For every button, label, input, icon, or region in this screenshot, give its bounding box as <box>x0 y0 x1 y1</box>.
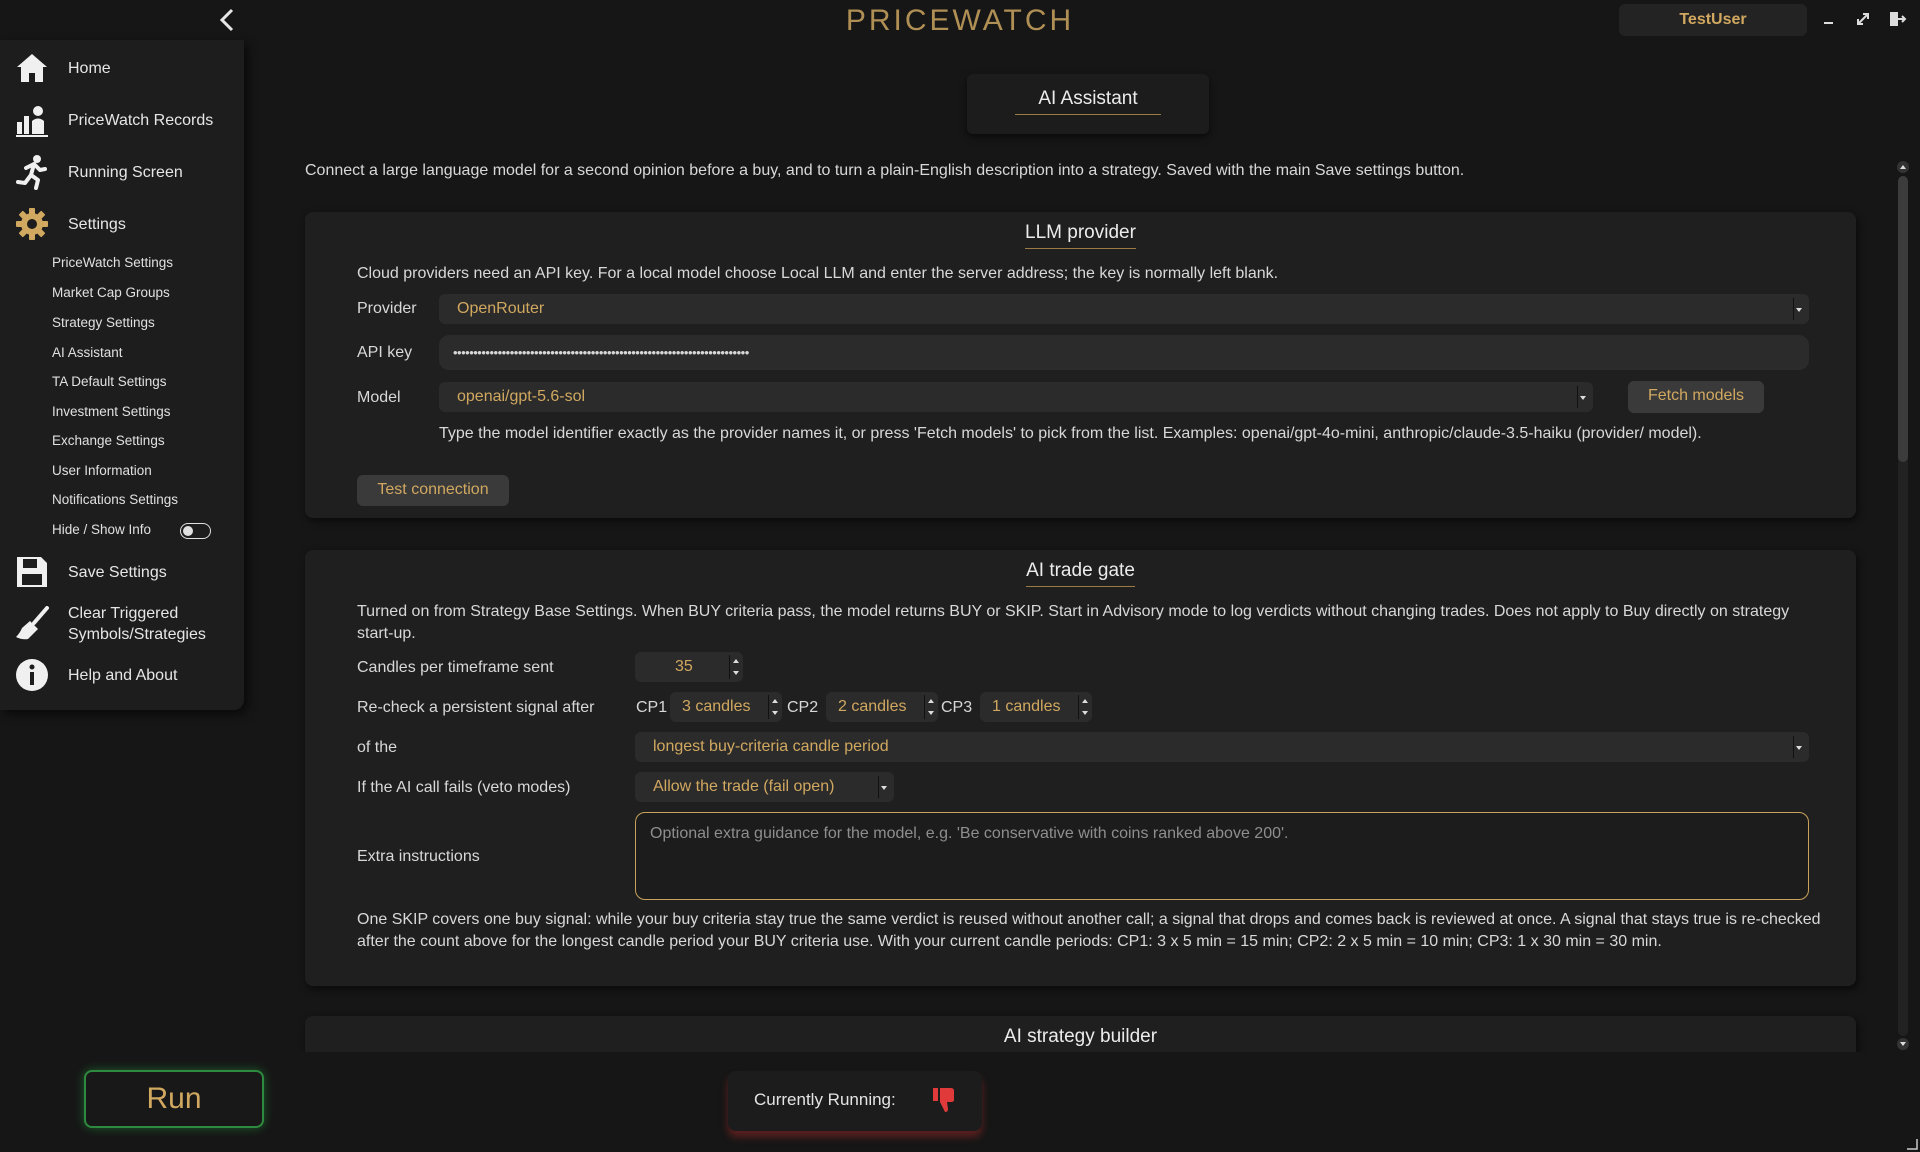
api-key-label: API key <box>357 344 413 361</box>
sidebar-subitem-ta-default-settings[interactable]: TA Default Settings <box>52 374 167 389</box>
sidebar-item-clear-triggered[interactable]: Clear Triggered Symbols/Strategies <box>0 600 244 648</box>
info-icon <box>16 659 48 691</box>
sidebar-item-label: Save Settings <box>68 564 167 581</box>
run-button[interactable]: Run <box>84 1070 264 1128</box>
provider-label: Provider <box>357 300 417 317</box>
sidebar-item-settings[interactable]: Settings <box>0 200 244 248</box>
candles-spinbox[interactable]: 35 <box>635 652 743 682</box>
cp2-label: CP2 <box>787 699 819 716</box>
page-title-text: AI Assistant <box>1015 88 1161 115</box>
chevron-down-icon <box>1793 298 1803 320</box>
sidebar-item-records[interactable]: PriceWatch Records <box>0 96 244 144</box>
save-icon <box>17 557 47 587</box>
fail-mode-select[interactable]: Allow the trade (fail open) <box>635 772 894 802</box>
recheck-label: Re-check a persistent signal after <box>357 699 595 716</box>
sidebar-subitem-ai-assistant[interactable]: AI Assistant <box>52 345 123 360</box>
decrement-icon[interactable] <box>928 711 934 715</box>
sidebar-subitem-market-cap-groups[interactable]: Market Cap Groups <box>52 285 170 300</box>
candle-period-select[interactable]: longest buy-criteria candle period <box>635 732 1809 762</box>
sidebar-item-running-screen[interactable]: Running Screen <box>0 148 244 196</box>
sidebar-item-label: Help and About <box>68 667 178 684</box>
footer-area <box>244 1052 1896 1152</box>
panel-title: AI trade gate <box>305 560 1856 587</box>
extra-instructions-textarea[interactable]: Optional extra guidance for the model, e… <box>635 812 1809 900</box>
model-hint: Type the model identifier exactly as the… <box>439 425 1702 442</box>
home-icon <box>17 54 47 82</box>
minimize-icon[interactable] <box>1818 8 1840 30</box>
sidebar-item-save-settings[interactable]: Save Settings <box>0 550 244 594</box>
increment-icon[interactable] <box>733 659 739 663</box>
user-menu[interactable]: TestUser <box>1619 4 1807 36</box>
hide-show-info-label: Hide / Show Info <box>52 522 152 537</box>
sidebar-subitem-user-information[interactable]: User Information <box>52 463 152 478</box>
broom-icon <box>16 606 49 640</box>
sidebar-subitem-exchange-settings[interactable]: Exchange Settings <box>52 433 165 448</box>
model-label: Model <box>357 389 401 406</box>
gate-footer-note: One SKIP covers one buy signal: while yo… <box>357 911 1821 950</box>
scroll-up-icon[interactable] <box>1896 160 1910 174</box>
gate-description: Turned on from Strategy Base Settings. W… <box>357 603 1790 642</box>
currently-running-indicator: Currently Running: <box>728 1071 982 1131</box>
chevron-down-icon <box>878 776 888 798</box>
candles-label: Candles per timeframe sent <box>357 659 554 676</box>
increment-icon[interactable] <box>928 699 934 703</box>
page-intro: Connect a large language model for a sec… <box>305 162 1465 179</box>
ai-trade-gate-panel: AI trade gate Turned on from Strategy Ba… <box>305 550 1856 986</box>
increment-icon[interactable] <box>1082 699 1088 703</box>
sidebar-item-label: Running Screen <box>68 164 183 181</box>
resize-grip-icon[interactable] <box>1906 1138 1918 1150</box>
panel-title: AI strategy builder <box>1003 1026 1158 1047</box>
sidebar-item-help-about[interactable]: Help and About <box>0 652 244 698</box>
decrement-icon[interactable] <box>1082 711 1088 715</box>
restore-icon[interactable] <box>1852 8 1874 30</box>
fail-mode-label: If the AI call fails (veto modes) <box>357 779 571 796</box>
model-combobox[interactable]: openai/gpt-5.6-sol <box>439 382 1593 412</box>
api-key-input[interactable]: ••••••••••••••••••••••••••••••••••••••••… <box>439 335 1809 370</box>
llm-description: Cloud providers need an API key. For a l… <box>357 265 1279 282</box>
sidebar-item-label: Clear Triggered Symbols/Strategies <box>68 605 206 643</box>
sidebar-item-label: Settings <box>68 216 126 233</box>
fetch-models-button[interactable]: Fetch models <box>1628 381 1764 413</box>
sidebar-subitem-strategy-settings[interactable]: Strategy Settings <box>52 315 155 330</box>
chevron-down-icon <box>1577 386 1587 408</box>
sidebar-item-label: Home <box>68 60 111 77</box>
scroll-down-icon[interactable] <box>1896 1037 1910 1051</box>
ai-strategy-builder-panel: AI strategy builder <box>305 1016 1856 1052</box>
llm-provider-panel: LLM provider Cloud providers need an API… <box>305 212 1856 518</box>
sidebar-subitem-pricewatch-settings[interactable]: PriceWatch Settings <box>52 255 173 270</box>
sidebar-item-label: PriceWatch Records <box>68 112 214 129</box>
page-title: AI Assistant <box>967 74 1209 134</box>
sidebar-item-home[interactable]: Home <box>0 44 244 92</box>
panel-title: LLM provider <box>305 222 1856 249</box>
cp3-label: CP3 <box>941 699 973 716</box>
thumbs-down-icon <box>933 1088 954 1112</box>
title-bar: PRICEWATCH TestUser <box>0 0 1920 40</box>
exit-icon[interactable] <box>1886 8 1908 30</box>
cp2-spinbox[interactable]: 2 candles <box>826 692 938 722</box>
test-connection-button[interactable]: Test connection <box>357 475 509 506</box>
sidebar: Home PriceWatch Records Running Screen S… <box>0 40 244 710</box>
extra-instructions-label: Extra instructions <box>357 848 480 865</box>
sidebar-subitem-investment-settings[interactable]: Investment Settings <box>52 404 171 419</box>
records-icon <box>16 106 48 137</box>
running-icon <box>16 155 47 190</box>
sidebar-subitem-notifications-settings[interactable]: Notifications Settings <box>52 492 178 507</box>
of-the-label: of the <box>357 739 398 756</box>
cp3-spinbox[interactable]: 1 candles <box>980 692 1092 722</box>
decrement-icon[interactable] <box>733 671 739 675</box>
scrollbar-thumb[interactable] <box>1898 176 1908 462</box>
cp1-spinbox[interactable]: 3 candles <box>670 692 782 722</box>
currently-running-label: Currently Running: <box>754 1090 896 1109</box>
cp1-label: CP1 <box>636 699 668 716</box>
increment-icon[interactable] <box>772 699 778 703</box>
chevron-down-icon <box>1793 736 1803 758</box>
gear-icon <box>16 208 48 240</box>
hide-show-info-toggle[interactable] <box>180 523 211 539</box>
decrement-icon[interactable] <box>772 711 778 715</box>
provider-select[interactable]: OpenRouter <box>439 294 1809 324</box>
